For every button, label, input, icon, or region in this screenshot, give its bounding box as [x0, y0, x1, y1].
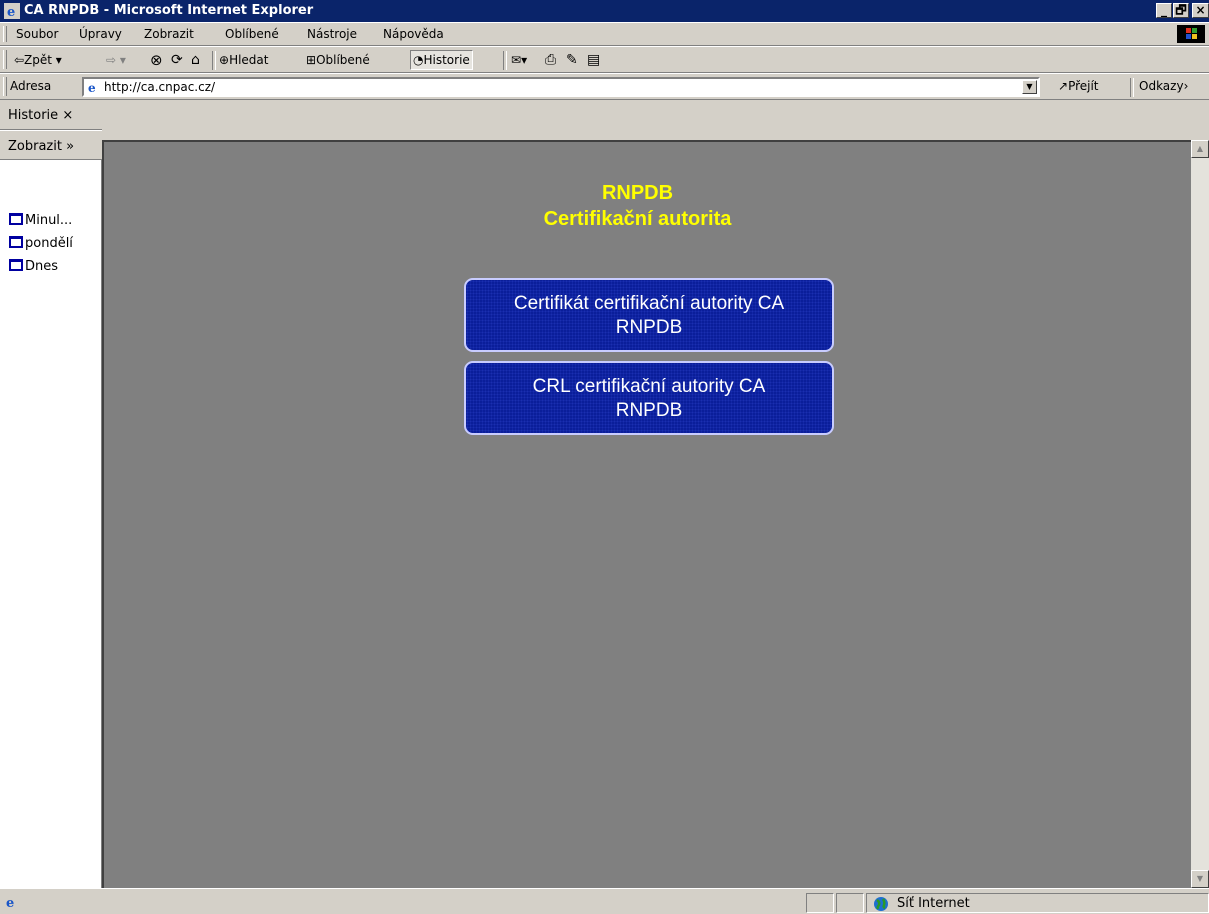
menu-bar: Soubor Úpravy Zobrazit Oblíbené Nástroje… — [0, 22, 1209, 46]
ie-logo-icon: e — [4, 3, 20, 19]
windows-logo-icon — [1177, 25, 1205, 43]
crl-button[interactable]: CRL certifikační autority CA RNPDB — [464, 361, 834, 435]
address-label: Adresa — [10, 79, 52, 93]
toolbar-grip[interactable] — [3, 50, 7, 69]
history-view-button[interactable]: Zobrazit » — [8, 139, 74, 154]
home-icon[interactable]: ⌂ — [191, 51, 200, 69]
toolbar-separator — [212, 51, 216, 70]
back-button[interactable]: ⇦Zpět ▾ — [14, 51, 62, 69]
history-item[interactable]: Dnes — [9, 259, 58, 277]
minimize-button[interactable]: _ — [1156, 3, 1172, 18]
calendar-icon — [9, 236, 23, 248]
ca-certificate-button[interactable]: Certifikát certifikační autority CA RNPD… — [464, 278, 834, 352]
go-icon: ↗ — [1058, 79, 1069, 93]
address-url: http://ca.cnpac.cz/ — [104, 80, 216, 94]
page-title: RNPDB — [601, 182, 674, 204]
history-button-label: Historie — [423, 53, 470, 67]
history-item[interactable]: Minul... — [9, 213, 72, 231]
status-bar: e Síť Internet — [0, 888, 1209, 914]
page-icon: e — [86, 80, 100, 94]
svg-text:e: e — [7, 5, 15, 19]
links-button[interactable]: Odkazy› — [1139, 79, 1188, 93]
status-pane-security — [836, 893, 864, 913]
svg-text:e: e — [88, 81, 96, 94]
search-button-label: Hledat — [229, 53, 269, 67]
history-item[interactable]: pondělí — [9, 236, 73, 254]
favorites-button-label: Oblíbené — [316, 53, 370, 67]
title-bar: e CA RNPDB - Microsoft Internet Explorer… — [0, 0, 1209, 22]
vertical-scrollbar[interactable]: ▲ ▼ — [1191, 140, 1209, 888]
menu-oblibene[interactable]: Oblíbené — [225, 27, 279, 41]
address-bar: Adresa e http://ca.cnpac.cz/ ▼ ↗Přejít O… — [0, 73, 1209, 100]
history-button[interactable]: ◔Historie — [410, 50, 473, 70]
search-icon: ⊕ — [219, 53, 230, 67]
history-view-bar: Zobrazit » — [0, 130, 102, 160]
page-subtitle: Certifikační autorita — [543, 208, 732, 230]
scroll-up-icon[interactable]: ▲ — [1191, 140, 1209, 158]
go-button[interactable]: ↗Přejít — [1058, 79, 1099, 93]
address-input[interactable]: e http://ca.cnpac.cz/ ▼ — [82, 77, 1040, 97]
standard-toolbar: ⇦Zpět ▾ ⇨ ▾ ⊗ ⟳ ⌂ ⊕Hledat ⊞Oblíbené ◔His… — [0, 46, 1209, 73]
address-bar-grip[interactable] — [3, 77, 7, 96]
mail-icon: ✉ — [511, 53, 522, 67]
edit-icon[interactable]: ✎ — [566, 51, 578, 69]
menu-bar-grip[interactable] — [3, 26, 7, 42]
links-label: Odkazy — [1139, 79, 1184, 93]
mail-button[interactable]: ✉▾ — [511, 51, 527, 69]
crl-button-line2: RNPDB — [615, 400, 683, 421]
menu-nastroje[interactable]: Nástroje — [307, 27, 357, 41]
globe-icon — [874, 897, 888, 911]
history-icon: ◔ — [413, 53, 424, 67]
status-text-pane — [0, 893, 805, 913]
toolbar-separator — [503, 51, 507, 70]
print-icon[interactable]: ⎙ — [545, 51, 556, 69]
status-zone-pane: Síť Internet — [866, 893, 1209, 913]
calendar-icon — [9, 259, 23, 271]
history-panel-header: Historie × — [0, 100, 102, 130]
ie-window: e CA RNPDB - Microsoft Internet Explorer… — [0, 0, 1209, 914]
address-dropdown-icon[interactable]: ▼ — [1022, 80, 1037, 94]
refresh-icon[interactable]: ⟳ — [171, 51, 183, 69]
favorites-button[interactable]: ⊞Oblíbené — [306, 51, 370, 69]
maximize-button[interactable]: 🗗 — [1173, 3, 1189, 18]
menu-soubor[interactable]: Soubor — [16, 27, 58, 41]
search-button[interactable]: ⊕Hledat — [219, 51, 268, 69]
calendar-icon — [9, 213, 23, 225]
window-title: CA RNPDB - Microsoft Internet Explorer — [24, 3, 314, 18]
forward-button[interactable]: ⇨ ▾ — [106, 51, 126, 69]
go-button-label: Přejít — [1068, 79, 1099, 93]
status-pane-progress — [806, 893, 834, 913]
security-zone-label: Síť Internet — [897, 896, 970, 911]
mail-dropdown-icon: ▾ — [521, 53, 528, 67]
history-item-label: pondělí — [25, 236, 73, 251]
menu-upravy[interactable]: Úpravy — [79, 27, 122, 41]
close-button[interactable]: × — [1192, 3, 1209, 18]
address-separator — [1130, 78, 1134, 97]
scroll-down-icon[interactable]: ▼ — [1191, 870, 1209, 888]
history-item-label: Minul... — [25, 213, 73, 228]
favorites-icon: ⊞ — [306, 53, 317, 67]
history-panel: Historie × Zobrazit » Minul... pondělí D… — [0, 100, 102, 888]
history-panel-title-text: Historie — [8, 108, 59, 123]
discuss-icon[interactable]: ▤ — [587, 51, 600, 69]
menu-zobrazit[interactable]: Zobrazit — [144, 27, 194, 41]
chevron-more-icon: » — [66, 139, 75, 154]
menu-napoveda[interactable]: Nápověda — [383, 27, 444, 41]
history-item-label: Dnes — [25, 259, 59, 274]
close-icon[interactable]: × — [62, 108, 73, 123]
stop-icon[interactable]: ⊗ — [150, 51, 163, 69]
history-panel-title: Historie × — [8, 108, 73, 123]
chevron-right-icon: › — [1183, 79, 1189, 93]
history-view-label: Zobrazit — [8, 139, 62, 154]
crl-button-line1: CRL certifikační autority CA — [532, 376, 766, 397]
page-content: RNPDB Certifikační autorita Certifikát c… — [102, 140, 1191, 888]
ca-certificate-button-line2: RNPDB — [615, 317, 683, 338]
ca-certificate-button-line1: Certifikát certifikační autority CA — [513, 293, 785, 314]
